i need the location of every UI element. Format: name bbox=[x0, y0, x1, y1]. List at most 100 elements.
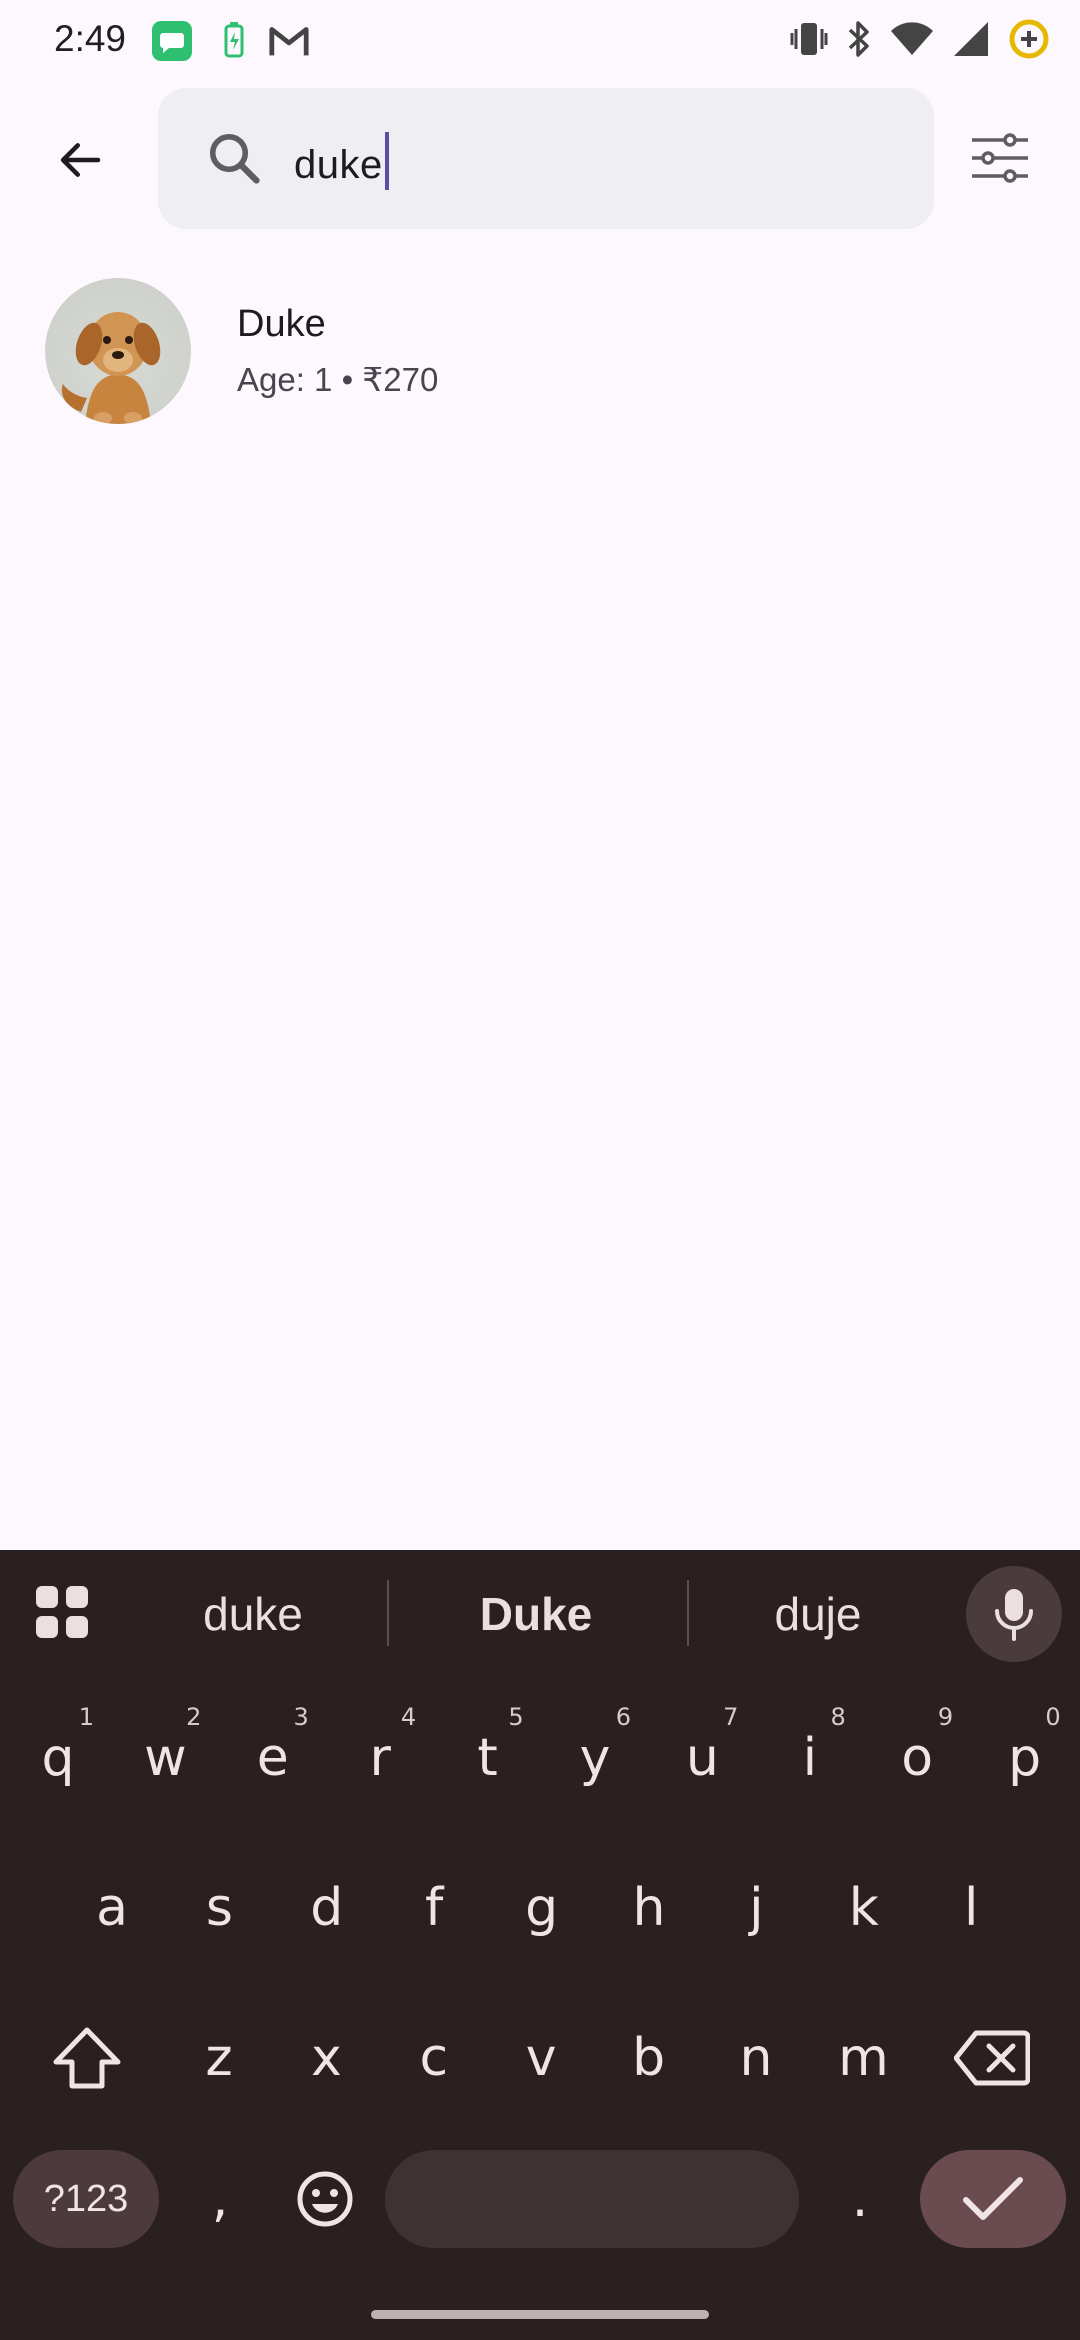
gmail-icon bbox=[268, 20, 310, 62]
key-a[interactable]: a bbox=[60, 1846, 164, 1970]
key-label: r bbox=[369, 1728, 391, 1788]
key-label: i bbox=[802, 1728, 818, 1788]
key-b[interactable]: b bbox=[597, 1996, 701, 2120]
status-time: 2:49 bbox=[54, 18, 127, 59]
key-label: g bbox=[525, 1878, 559, 1938]
key-s[interactable]: s bbox=[167, 1846, 271, 1970]
key-c[interactable]: c bbox=[382, 1996, 486, 2120]
shift-key[interactable] bbox=[32, 1996, 142, 2120]
key-hint: 0 bbox=[1045, 1703, 1061, 1731]
key-q[interactable]: q1 bbox=[6, 1696, 110, 1820]
wifi-icon bbox=[890, 21, 934, 62]
key-d[interactable]: d bbox=[275, 1846, 379, 1970]
key-label: c bbox=[419, 2028, 449, 2088]
key-u[interactable]: u7 bbox=[650, 1696, 754, 1820]
key-hint: 2 bbox=[186, 1703, 202, 1731]
key-w[interactable]: w2 bbox=[113, 1696, 217, 1820]
tune-icon bbox=[972, 133, 1028, 183]
key-y[interactable]: y6 bbox=[543, 1696, 647, 1820]
key-l[interactable]: l bbox=[919, 1846, 1023, 1970]
key-label: y bbox=[579, 1728, 611, 1788]
search-bar[interactable]: duke bbox=[158, 88, 934, 229]
key-hint: 9 bbox=[937, 1703, 954, 1731]
key-label: v bbox=[525, 2028, 557, 2088]
key-label: j bbox=[749, 1878, 764, 1938]
filter-button[interactable] bbox=[960, 118, 1040, 198]
emoji-key[interactable] bbox=[276, 2150, 374, 2248]
list-item[interactable]: Duke Age: 1 • ₹270 bbox=[0, 270, 1080, 430]
key-z[interactable]: z bbox=[167, 1996, 271, 2120]
gesture-nav-handle[interactable] bbox=[371, 2310, 709, 2319]
key-n[interactable]: n bbox=[704, 1996, 808, 2120]
key-hint: 8 bbox=[830, 1703, 846, 1731]
suggestion-1[interactable]: duke bbox=[153, 1574, 353, 1654]
backspace-key[interactable] bbox=[940, 1996, 1044, 2120]
enter-key[interactable] bbox=[920, 2150, 1066, 2248]
voice-input-button[interactable] bbox=[966, 1566, 1062, 1662]
mic-icon bbox=[995, 1589, 1033, 1641]
key-label: n bbox=[739, 2028, 773, 2088]
key-label: q bbox=[41, 1728, 75, 1788]
key-label: d bbox=[310, 1878, 344, 1938]
search-input[interactable]: duke bbox=[294, 132, 389, 191]
keyboard: duke Duke duje q1w2e3r4t5y6u7i8o9p0 asdf… bbox=[0, 1550, 1080, 2340]
key-x[interactable]: x bbox=[274, 1996, 378, 2120]
suggestion-2[interactable]: Duke bbox=[436, 1574, 636, 1654]
space-bar[interactable] bbox=[385, 2150, 799, 2248]
dog-photo bbox=[61, 312, 161, 424]
key-g[interactable]: g bbox=[490, 1846, 594, 1970]
key-hint: 7 bbox=[723, 1703, 739, 1731]
key-v[interactable]: v bbox=[489, 1996, 593, 2120]
battery-add-icon bbox=[1008, 18, 1050, 65]
suggestion-bar: duke Duke duje bbox=[0, 1550, 1080, 1676]
key-label: p bbox=[1008, 1728, 1042, 1788]
suggestion-3[interactable]: duje bbox=[718, 1574, 918, 1654]
comma-key[interactable]: , bbox=[168, 2137, 272, 2261]
status-bar: 2:49 bbox=[0, 0, 1080, 82]
key-m[interactable]: m bbox=[811, 1996, 915, 2120]
key-hint: 3 bbox=[293, 1703, 309, 1731]
signal-icon bbox=[952, 20, 990, 63]
key-label: e bbox=[256, 1728, 289, 1788]
key-label: x bbox=[311, 2028, 342, 2088]
key-label: w bbox=[144, 1728, 187, 1788]
key-label: b bbox=[632, 2028, 666, 2088]
key-t[interactable]: t5 bbox=[436, 1696, 540, 1820]
key-j[interactable]: j bbox=[704, 1846, 808, 1970]
key-label: z bbox=[205, 2028, 233, 2088]
key-hint: 6 bbox=[615, 1703, 631, 1731]
suggestion-divider bbox=[387, 1580, 389, 1646]
chat-app-icon bbox=[151, 20, 193, 62]
key-o[interactable]: o9 bbox=[865, 1696, 969, 1820]
symbols-key[interactable]: ?123 bbox=[13, 2150, 159, 2248]
key-h[interactable]: h bbox=[597, 1846, 701, 1970]
result-name: Duke bbox=[237, 303, 326, 345]
key-r[interactable]: r4 bbox=[328, 1696, 432, 1820]
bluetooth-icon bbox=[846, 19, 872, 64]
key-f[interactable]: f bbox=[382, 1846, 486, 1970]
suggestion-divider bbox=[687, 1580, 689, 1646]
key-label: a bbox=[96, 1878, 128, 1938]
backspace-icon bbox=[954, 2030, 1030, 2086]
key-e[interactable]: e3 bbox=[221, 1696, 325, 1820]
battery-saver-icon bbox=[213, 20, 255, 62]
back-button[interactable] bbox=[40, 120, 120, 200]
text-caret bbox=[384, 132, 389, 190]
key-label: m bbox=[838, 2028, 889, 2088]
key-label: k bbox=[848, 1878, 879, 1938]
grid-icon bbox=[36, 1586, 88, 1638]
key-label: h bbox=[632, 1878, 666, 1938]
key-label: l bbox=[963, 1878, 979, 1938]
key-hint: 1 bbox=[78, 1703, 94, 1731]
key-i[interactable]: i8 bbox=[758, 1696, 862, 1820]
key-k[interactable]: k bbox=[812, 1846, 916, 1970]
key-label: u bbox=[685, 1728, 719, 1788]
shift-icon bbox=[53, 2027, 121, 2089]
key-p[interactable]: p0 bbox=[973, 1696, 1077, 1820]
status-icons bbox=[790, 16, 1050, 66]
apps-grid-button[interactable] bbox=[34, 1584, 90, 1640]
period-key[interactable]: . bbox=[808, 2137, 912, 2261]
key-hint: 5 bbox=[508, 1703, 524, 1731]
vibrate-icon bbox=[790, 19, 828, 64]
key-label: s bbox=[205, 1878, 233, 1938]
